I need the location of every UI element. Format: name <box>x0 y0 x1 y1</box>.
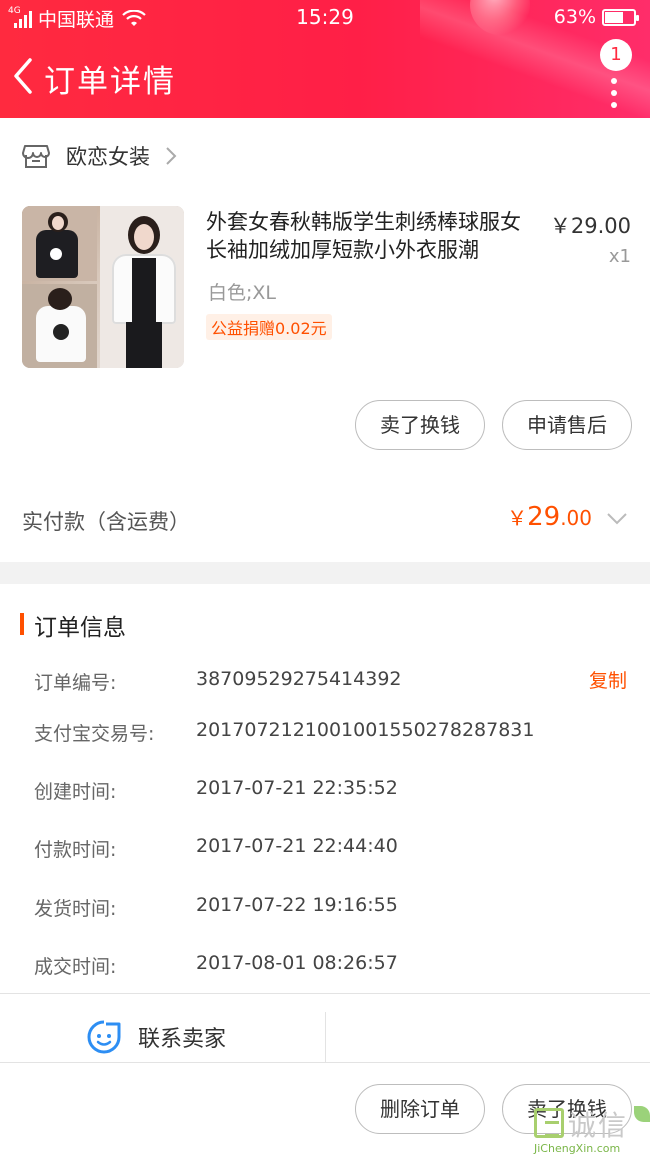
paid-time-label: 付款时间: <box>34 839 117 861</box>
more-vertical-icon <box>611 78 617 84</box>
product-title[interactable]: 外套女春秋韩版学生刺绣棒球服女长袖加绒加厚短款小外衣服潮 <box>206 208 536 264</box>
message-badge[interactable]: 1 <box>600 39 632 71</box>
divider <box>0 993 650 994</box>
product-price: ￥29.00 <box>549 214 631 238</box>
completed-time-label: 成交时间: <box>34 956 117 978</box>
after-sale-button[interactable]: 申请售后 <box>502 400 632 450</box>
order-info-row: 订单编号: 38709529275414392 复制 <box>0 664 650 698</box>
vertical-divider <box>325 1012 326 1062</box>
currency-symbol: ￥ <box>507 506 528 530</box>
product-thumbnail[interactable] <box>22 206 184 368</box>
amount-decimal: .00 <box>560 506 592 530</box>
status-time: 15:29 <box>296 5 354 29</box>
order-number-label: 订单编号: <box>34 672 117 694</box>
order-info-title: 订单信息 <box>34 615 126 641</box>
status-bar: 4G 中国联通 15:29 63% <box>0 0 650 36</box>
order-info-header: 订单信息 <box>0 604 650 644</box>
order-info-row: 创建时间: 2017-07-21 22:35:52 <box>0 773 650 807</box>
chevron-right-icon <box>166 147 177 165</box>
battery-percent: 63% <box>553 6 596 28</box>
app-header: 4G 中国联通 15:29 63% 订单详情 1 <box>0 0 650 118</box>
sell-back-button[interactable]: 卖了换钱 <box>355 400 485 450</box>
order-info-row: 支付宝交易号: 2017072121001001550278287831 <box>0 715 650 749</box>
watermark-logo-icon <box>534 1108 564 1138</box>
paid-amount-label: 实付款（含运费） <box>22 510 190 534</box>
accent-bar <box>20 613 24 635</box>
charity-badge: 公益捐赠0.02元 <box>206 314 332 340</box>
created-time-value: 2017-07-21 22:35:52 <box>196 777 398 799</box>
contact-seller-button[interactable]: 联系卖家 <box>0 1012 325 1062</box>
paid-time-value: 2017-07-21 22:44:40 <box>196 835 398 857</box>
alipay-trade-value: 2017072121001001550278287831 <box>196 719 535 741</box>
status-bar-right: 63% <box>553 6 639 28</box>
order-number-value: 38709529275414392 <box>196 668 402 690</box>
product-item[interactable]: 外套女春秋韩版学生刺绣棒球服女长袖加绒加厚短款小外衣服潮 ￥29.00 x1 白… <box>0 194 650 384</box>
divider <box>0 1062 650 1063</box>
shop-name[interactable]: 欧恋女装 <box>66 141 150 171</box>
contact-seller-label: 联系卖家 <box>138 1027 227 1052</box>
site-watermark: 诚信 JiChengXin.com <box>534 1104 650 1155</box>
store-icon <box>22 145 50 168</box>
chevron-down-icon[interactable] <box>606 512 628 526</box>
amount-integer: 29 <box>527 502 561 532</box>
chevron-left-icon[interactable] <box>10 56 36 96</box>
copy-order-number-button[interactable]: 复制 <box>589 666 627 693</box>
paid-amount-value: ￥29.00 <box>507 502 592 532</box>
paid-amount-row[interactable]: 实付款（含运费） ￥29.00 <box>0 488 650 558</box>
watermark-domain: JiChengXin.com <box>534 1142 621 1155</box>
alipay-trade-label: 支付宝交易号: <box>34 723 155 745</box>
order-info-row: 成交时间: 2017-08-01 08:26:57 <box>0 948 650 982</box>
shipped-time-label: 发货时间: <box>34 898 117 920</box>
chat-face-icon <box>87 1020 121 1054</box>
nav-bar: 订单详情 <box>0 46 650 110</box>
leaf-icon <box>634 1106 650 1122</box>
watermark-text: 诚信 <box>568 1109 629 1142</box>
created-time-label: 创建时间: <box>34 781 117 803</box>
page-title: 订单详情 <box>44 64 176 100</box>
delete-order-button[interactable]: 删除订单 <box>355 1084 485 1134</box>
shop-row[interactable]: 欧恋女装 <box>0 118 650 194</box>
order-info-row: 付款时间: 2017-07-21 22:44:40 <box>0 831 650 865</box>
order-info-row: 发货时间: 2017-07-22 19:16:55 <box>0 890 650 924</box>
product-quantity: x1 <box>608 246 631 267</box>
section-divider <box>0 562 650 584</box>
battery-icon <box>602 8 639 26</box>
shipped-time-value: 2017-07-22 19:16:55 <box>196 894 398 916</box>
completed-time-value: 2017-08-01 08:26:57 <box>196 952 398 974</box>
product-spec: 白色;XL <box>208 282 277 304</box>
